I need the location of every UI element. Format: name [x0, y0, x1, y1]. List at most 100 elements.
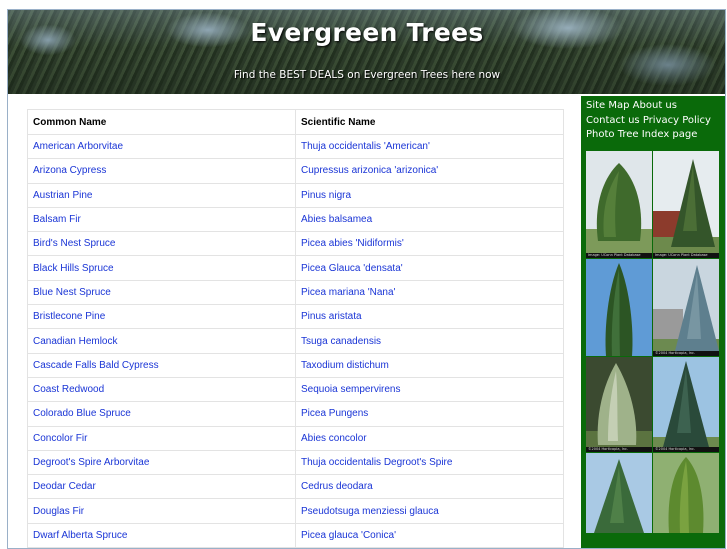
scientific-name-cell: Abies concolor	[295, 425, 564, 451]
scientific-name-link[interactable]: Picea abies 'Nidiformis'	[301, 238, 404, 249]
common-name-link[interactable]: Colorado Blue Spruce	[33, 408, 131, 419]
common-name-link[interactable]: Arizona Cypress	[33, 165, 106, 176]
header-banner: Evergreen Trees Find the BEST DEALS on E…	[8, 10, 725, 94]
table-body: American Arborvitae Thuja occidentalis 'A…	[27, 133, 564, 548]
scientific-name-link[interactable]: Picea Pungens	[301, 408, 368, 419]
table-row: Deodar Cedar Cedrus deodara	[27, 474, 564, 500]
common-name-link[interactable]: Black Hills Spruce	[33, 263, 114, 274]
table-header-row: Common Name Scientific Name	[27, 109, 564, 135]
scientific-name-link[interactable]: Taxodium distichum	[301, 360, 389, 371]
table-row: Cascade Falls Bald Cypress Taxodium disti…	[27, 352, 564, 378]
scientific-name-cell: Cupressus arizonica 'arizonica'	[295, 158, 564, 184]
tree-photo[interactable]: Image: UConn Plant Database	[586, 151, 652, 258]
scientific-name-link[interactable]: Abies concolor	[301, 433, 367, 444]
sidebar: Site Map About us Contact us Privacy Pol…	[581, 96, 725, 548]
site-title[interactable]: Evergreen Trees	[8, 18, 725, 47]
column-header-scientific-name: Scientific Name	[295, 109, 564, 135]
tree-photo[interactable]	[586, 259, 652, 356]
tree-photo[interactable]: ©2004 Horticopia, Inc.	[653, 259, 719, 356]
scientific-name-cell: Taxodium distichum	[295, 352, 564, 378]
contact-us-link[interactable]: Contact us	[586, 115, 640, 126]
common-name-link[interactable]: Blue Nest Spruce	[33, 287, 111, 298]
scientific-name-cell: Abies balsamea	[295, 206, 564, 233]
scientific-name-cell: Thuja occidentalis Degroot's Spire	[295, 449, 564, 476]
common-name-link[interactable]: Balsam Fir	[33, 214, 81, 225]
tree-photo[interactable]	[586, 453, 652, 533]
table-row: Coast Redwood Sequoia sempervirens	[27, 376, 564, 403]
scientific-name-link[interactable]: Sequoia sempervirens	[301, 384, 401, 395]
common-name-link[interactable]: Cascade Falls Bald Cypress	[33, 360, 159, 371]
common-name-cell: Austrian Pine	[27, 182, 296, 208]
common-name-cell: Arizona Cypress	[27, 158, 296, 184]
table-row: Blue Nest Spruce Picea mariana 'Nana'	[27, 279, 564, 306]
scientific-name-cell: Picea abies 'Nidiformis'	[295, 231, 564, 257]
tree-photo[interactable]: ©2004 Horticopia, Inc.	[653, 357, 719, 452]
scientific-name-link[interactable]: Tsuga canadensis	[301, 336, 381, 347]
scientific-name-cell: Cedrus deodara	[295, 474, 564, 500]
common-name-link[interactable]: Coast Redwood	[33, 384, 104, 395]
tree-photo[interactable]: Image: UConn Plant Database	[653, 151, 719, 258]
scientific-name-link[interactable]: Cedrus deodara	[301, 481, 373, 492]
common-name-link[interactable]: American Arborvitae	[33, 141, 123, 152]
site-map-link[interactable]: Site Map	[586, 100, 629, 111]
common-name-link[interactable]: Bristlecone Pine	[33, 311, 105, 322]
table-row: Canadian Hemlock Tsuga canadensis	[27, 328, 564, 354]
tree-photo[interactable]	[653, 453, 719, 533]
table-row: Douglas Fir Pseudotsuga menziessi glauca	[27, 498, 564, 524]
common-name-cell: Douglas Fir	[27, 498, 296, 524]
common-name-link[interactable]: Degroot's Spire Arborvitae	[33, 457, 149, 468]
scientific-name-link[interactable]: Thuja occidentalis 'American'	[301, 141, 430, 152]
common-name-cell: Colorado Blue Spruce	[27, 401, 296, 427]
photo-caption: ©2004 Horticopia, Inc.	[653, 447, 719, 452]
site-tagline: Find the BEST DEALS on Evergreen Trees h…	[233, 69, 501, 81]
common-name-cell: Degroot's Spire Arborvitae	[27, 449, 296, 476]
scientific-name-link[interactable]: Picea glauca 'Conica'	[301, 530, 396, 541]
common-name-link[interactable]: Douglas Fir	[33, 506, 84, 517]
scientific-name-link[interactable]: Pinus nigra	[301, 190, 351, 201]
common-name-cell: Black Hills Spruce	[27, 255, 296, 281]
trees-table: Common Name Scientific Name American Arb…	[27, 109, 564, 548]
common-name-cell: Canadian Hemlock	[27, 328, 296, 354]
common-name-link[interactable]: Canadian Hemlock	[33, 336, 118, 347]
common-name-cell: American Arborvitae	[27, 133, 296, 160]
table-row: Colorado Blue Spruce Picea Pungens	[27, 401, 564, 427]
common-name-cell: Balsam Fir	[27, 206, 296, 233]
common-name-link[interactable]: Dwarf Alberta Spruce	[33, 530, 128, 541]
about-us-link[interactable]: About us	[633, 100, 677, 111]
common-name-link[interactable]: Deodar Cedar	[33, 481, 96, 492]
common-name-link[interactable]: Bird's Nest Spruce	[33, 238, 116, 249]
common-name-cell: Cascade Falls Bald Cypress	[27, 352, 296, 378]
photo-caption: ©2004 Horticopia, Inc.	[586, 447, 652, 452]
photo-tree-index-link[interactable]: Photo Tree Index page	[586, 129, 697, 140]
column-header-common-name: Common Name	[27, 109, 296, 135]
common-name-cell: Coast Redwood	[27, 376, 296, 403]
common-name-cell: Blue Nest Spruce	[27, 279, 296, 306]
scientific-name-link[interactable]: Pseudotsuga menziessi glauca	[301, 506, 439, 517]
scientific-name-link[interactable]: Picea mariana 'Nana'	[301, 287, 395, 298]
scientific-name-cell: Tsuga canadensis	[295, 328, 564, 354]
scientific-name-cell: Picea mariana 'Nana'	[295, 279, 564, 306]
common-name-cell: Bird's Nest Spruce	[27, 231, 296, 257]
scientific-name-link[interactable]: Cupressus arizonica 'arizonica'	[301, 165, 438, 176]
scientific-name-cell: Picea Glauca 'densata'	[295, 255, 564, 281]
common-name-cell: Concolor Fir	[27, 425, 296, 451]
scientific-name-cell: Pseudotsuga menziessi glauca	[295, 498, 564, 524]
sidebar-links: Site Map About us Contact us Privacy Pol…	[581, 96, 725, 143]
common-name-cell: Dwarf Alberta Spruce	[27, 522, 296, 548]
scientific-name-link[interactable]: Pinus aristata	[301, 311, 362, 322]
common-name-link[interactable]: Austrian Pine	[33, 190, 92, 201]
tree-photo[interactable]: ©2004 Horticopia, Inc.	[586, 357, 652, 452]
scientific-name-link[interactable]: Thuja occidentalis Degroot's Spire	[301, 457, 452, 468]
common-name-cell: Bristlecone Pine	[27, 304, 296, 330]
scientific-name-link[interactable]: Picea Glauca 'densata'	[301, 263, 403, 274]
privacy-policy-link[interactable]: Privacy Policy	[643, 115, 711, 126]
table-row: American Arborvitae Thuja occidentalis 'A…	[27, 133, 564, 160]
common-name-link[interactable]: Concolor Fir	[33, 433, 87, 444]
scientific-name-cell: Pinus nigra	[295, 182, 564, 208]
photo-caption: ©2004 Horticopia, Inc.	[653, 351, 719, 356]
scientific-name-cell: Picea glauca 'Conica'	[295, 522, 564, 548]
scientific-name-cell: Sequoia sempervirens	[295, 376, 564, 403]
table-row: Bristlecone Pine Pinus aristata	[27, 304, 564, 330]
table-row: Black Hills Spruce Picea Glauca 'densata'	[27, 255, 564, 281]
scientific-name-link[interactable]: Abies balsamea	[301, 214, 372, 225]
